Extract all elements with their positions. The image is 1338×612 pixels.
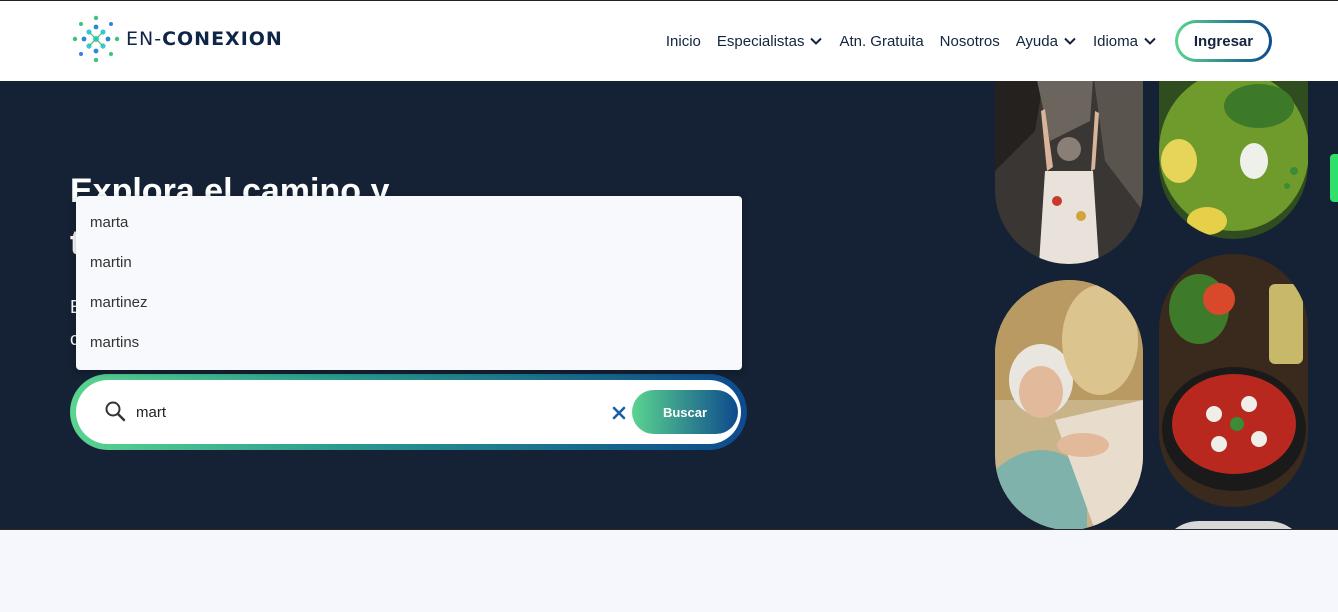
photo-woman-rocks — [995, 81, 1143, 264]
nav-item-especialistas[interactable]: Especialistas — [717, 33, 824, 50]
brand-logo[interactable]: EN-CONEXION — [70, 13, 283, 65]
suggestion-item[interactable]: martinez — [76, 283, 742, 323]
site-header: EN-CONEXION Inicio Especialistas Atn. Gr… — [0, 0, 1338, 81]
nav-item-ayuda[interactable]: Ayuda — [1016, 33, 1077, 50]
nav-item-idioma[interactable]: Idioma — [1093, 33, 1157, 50]
main-nav: Inicio Especialistas Atn. Gratuita Nosot… — [650, 20, 1272, 62]
suggestion-item[interactable]: martins — [76, 323, 742, 363]
suggestion-item[interactable]: marta — [76, 203, 742, 243]
search-bar: Buscar — [70, 374, 747, 450]
nav-item-inicio[interactable]: Inicio — [666, 33, 701, 50]
search-button[interactable]: Buscar — [632, 390, 738, 434]
photo-tomato-salad — [1159, 254, 1308, 507]
logo-icon — [72, 15, 120, 63]
chevron-down-icon — [810, 37, 823, 45]
logo-text: EN-CONEXION — [126, 28, 283, 50]
nav-item-atn-gratuita[interactable]: Atn. Gratuita — [839, 33, 923, 50]
chevron-down-icon — [1144, 37, 1156, 45]
content-section — [0, 529, 1338, 612]
photo-partial — [1159, 521, 1308, 529]
photo-elderly-woman — [995, 280, 1143, 529]
search-icon — [105, 401, 126, 422]
nav-item-nosotros[interactable]: Nosotros — [940, 33, 1000, 50]
close-icon[interactable] — [612, 406, 626, 420]
search-input[interactable] — [136, 398, 596, 426]
side-tab[interactable] — [1330, 154, 1338, 202]
search-suggestions: marta martin martinez martins — [76, 196, 742, 370]
chevron-down-icon — [1064, 37, 1076, 45]
photo-green-food — [1159, 81, 1308, 239]
suggestion-item[interactable]: martin — [76, 243, 742, 283]
login-button[interactable]: Ingresar — [1175, 20, 1272, 62]
